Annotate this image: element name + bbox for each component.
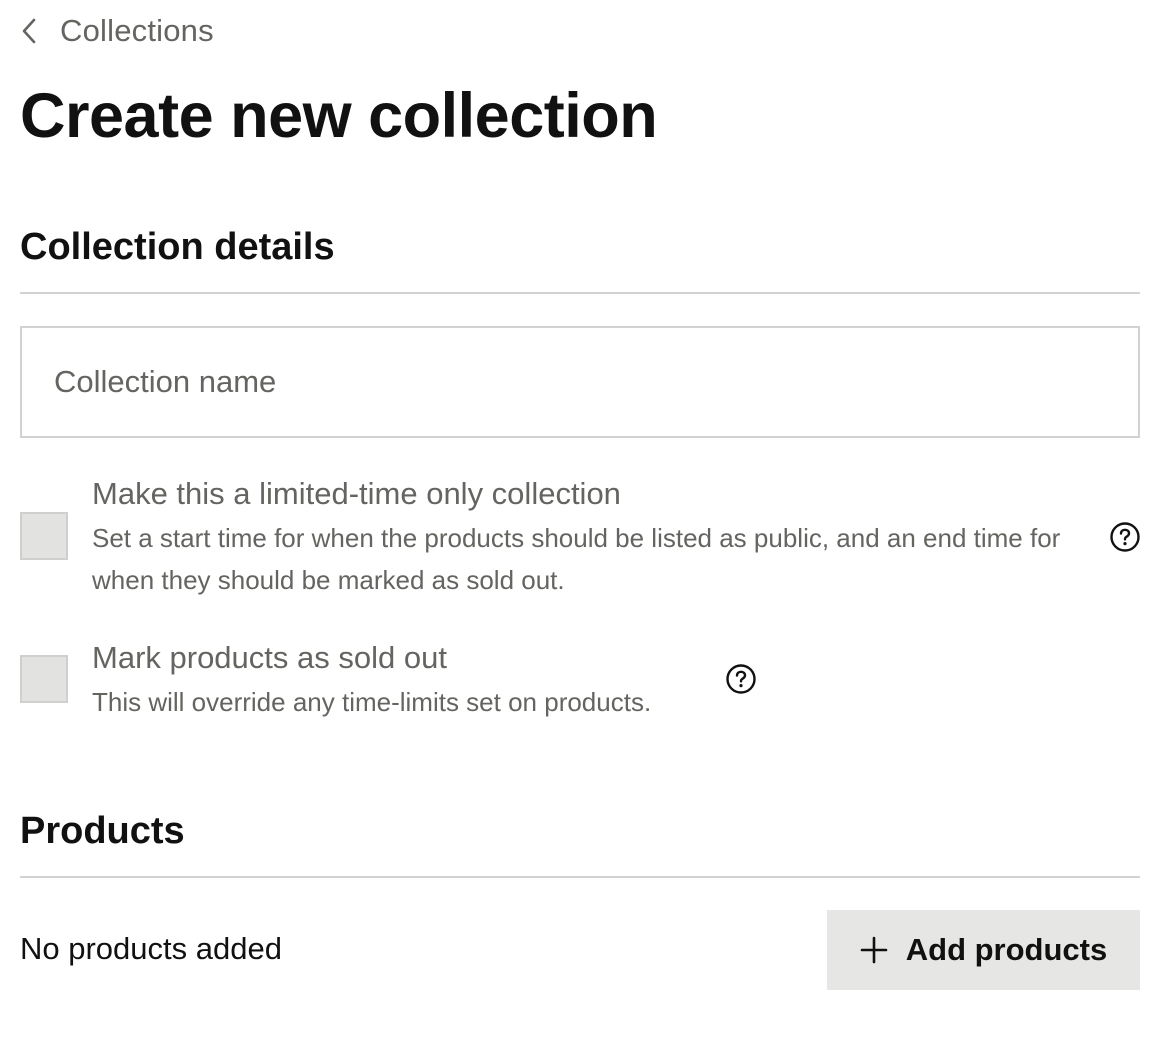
collection-details-heading: Collection details: [20, 226, 335, 268]
sold-out-title: Mark products as sold out: [92, 640, 447, 675]
collection-name-input[interactable]: [20, 326, 1140, 438]
chevron-left-icon: [20, 17, 42, 45]
sold-out-description: This will override any time-limits set o…: [92, 687, 652, 717]
limited-time-description: Set a start time for when the products s…: [92, 523, 1061, 595]
plus-icon: [860, 936, 888, 964]
add-products-button[interactable]: Add products: [827, 910, 1140, 990]
products-heading: Products: [20, 810, 185, 852]
section-divider: [20, 292, 1140, 294]
help-circle-icon[interactable]: [725, 663, 757, 695]
sold-out-checkbox[interactable]: [20, 655, 68, 703]
section-divider: [20, 876, 1140, 878]
limited-time-title: Make this a limited-time only collection: [92, 476, 621, 511]
page-title: Create new collection: [20, 81, 658, 151]
help-circle-icon[interactable]: [1109, 521, 1141, 553]
limited-time-checkbox[interactable]: [20, 512, 68, 560]
add-products-label: Add products: [905, 932, 1108, 967]
empty-products-text: No products added: [20, 931, 282, 966]
breadcrumb-back-link[interactable]: Collections: [20, 10, 214, 52]
breadcrumb-label: Collections: [60, 13, 214, 48]
